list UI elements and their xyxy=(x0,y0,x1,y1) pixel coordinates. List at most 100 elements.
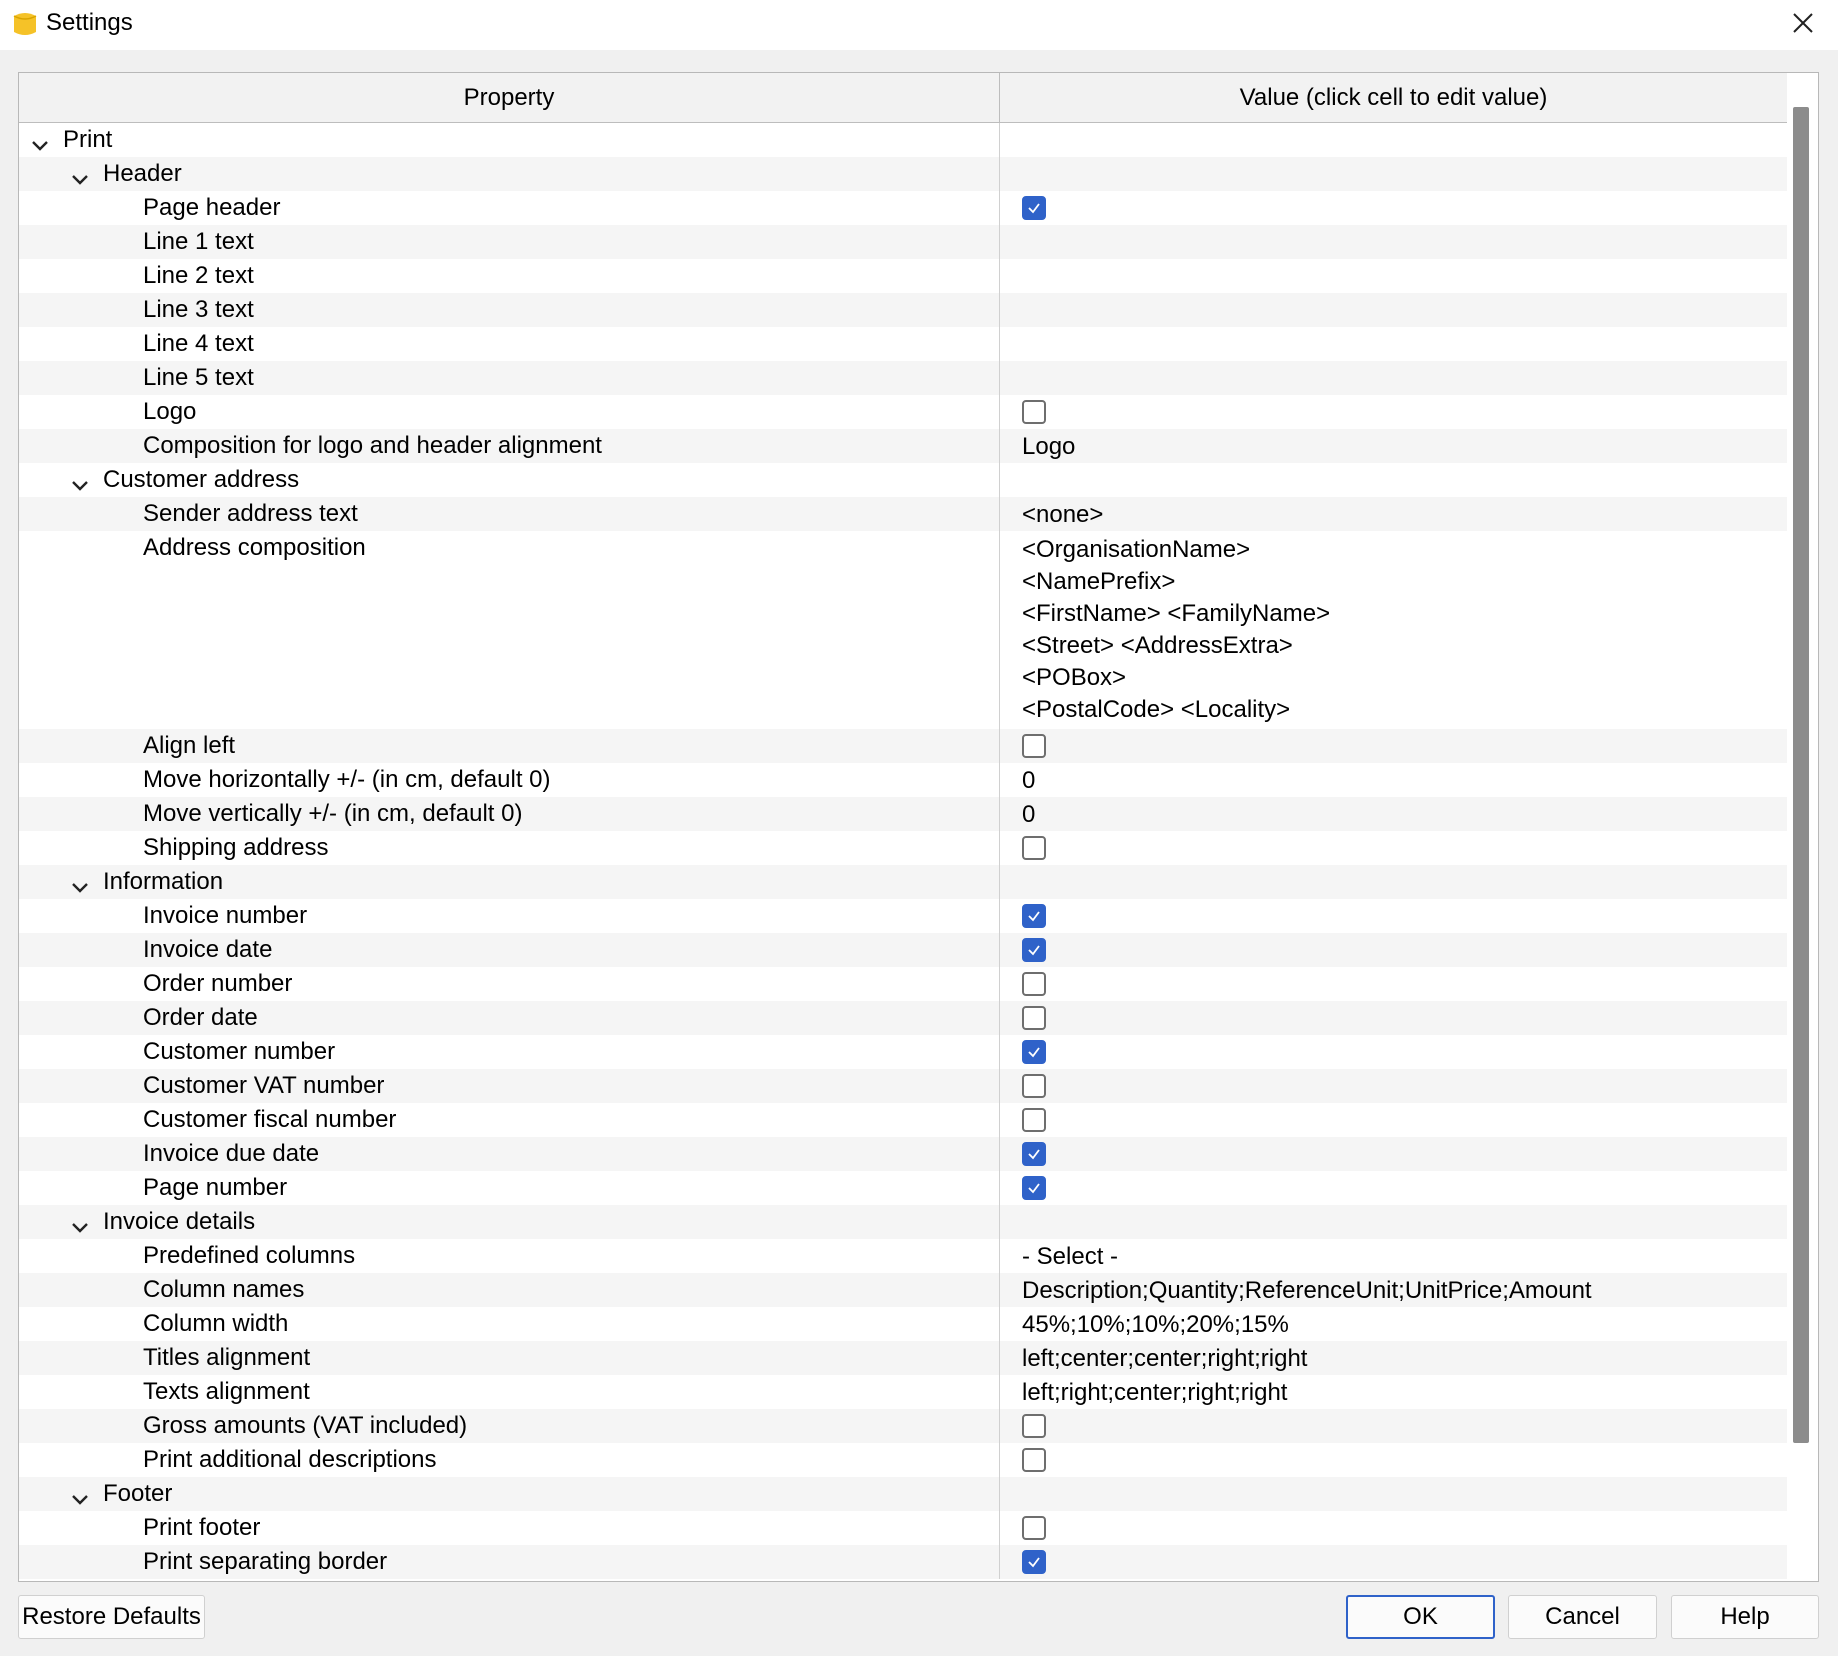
value-cell[interactable] xyxy=(1000,361,1787,395)
checkbox[interactable] xyxy=(1022,1006,1046,1030)
property-row[interactable]: Customer number xyxy=(19,1035,1787,1069)
chevron-down-icon[interactable] xyxy=(71,1214,89,1233)
property-row[interactable]: Titles alignment left;center;center;right… xyxy=(19,1341,1787,1375)
property-row[interactable]: Logo xyxy=(19,395,1787,429)
value-cell[interactable] xyxy=(1000,259,1787,293)
property-row[interactable]: Invoice number xyxy=(19,899,1787,933)
property-row[interactable]: Line 2 text xyxy=(19,259,1787,293)
property-cell[interactable]: Invoice date xyxy=(19,933,1000,967)
property-row[interactable]: Predefined columns - Select - xyxy=(19,1239,1787,1273)
value-cell[interactable] xyxy=(1000,933,1787,967)
property-row[interactable]: Line 3 text xyxy=(19,293,1787,327)
property-row[interactable]: Composition for logo and header alignmen… xyxy=(19,429,1787,463)
checkbox[interactable] xyxy=(1022,1074,1046,1098)
property-row[interactable]: Print separating border xyxy=(19,1545,1787,1579)
property-cell[interactable]: Line 4 text xyxy=(19,327,1000,361)
property-cell[interactable]: Column width xyxy=(19,1307,1000,1341)
property-row[interactable]: Invoice due date xyxy=(19,1137,1787,1171)
checkbox[interactable] xyxy=(1022,1414,1046,1438)
property-row[interactable]: Order number xyxy=(19,967,1787,1001)
property-cell[interactable]: Composition for logo and header alignmen… xyxy=(19,429,1000,463)
value-cell[interactable] xyxy=(1000,1137,1787,1171)
property-cell[interactable]: Customer address xyxy=(19,463,1000,497)
column-header-property[interactable]: Property xyxy=(19,73,1000,122)
property-row[interactable]: Line 1 text xyxy=(19,225,1787,259)
multiline-value[interactable]: <OrganisationName> <NamePrefix> <FirstName… xyxy=(1022,534,1330,726)
property-row[interactable]: Address composition <OrganisationName> <Na… xyxy=(19,531,1787,729)
property-cell[interactable]: Align left xyxy=(19,729,1000,763)
scrollbar-thumb[interactable] xyxy=(1793,107,1809,1443)
ok-button[interactable]: OK xyxy=(1346,1595,1495,1639)
property-cell[interactable]: Page number xyxy=(19,1171,1000,1205)
value-cell[interactable] xyxy=(1000,1443,1787,1477)
checkbox[interactable] xyxy=(1022,1448,1046,1472)
property-cell[interactable]: Line 2 text xyxy=(19,259,1000,293)
value-cell[interactable]: left;center;center;right;right xyxy=(1000,1341,1787,1375)
property-row[interactable]: Page header xyxy=(19,191,1787,225)
tree-group-row[interactable]: Footer xyxy=(19,1477,1787,1511)
property-row[interactable]: Align left xyxy=(19,729,1787,763)
column-header-value[interactable]: Value (click cell to edit value) xyxy=(1000,73,1787,122)
tree-group-row[interactable]: Invoice details xyxy=(19,1205,1787,1239)
property-cell[interactable]: Customer VAT number xyxy=(19,1069,1000,1103)
property-cell[interactable]: Move horizontally +/- (in cm, default 0) xyxy=(19,763,1000,797)
help-button[interactable]: Help xyxy=(1671,1595,1819,1639)
value-cell[interactable] xyxy=(1000,225,1787,259)
value-cell[interactable] xyxy=(1000,1511,1787,1545)
value-cell[interactable]: 0 xyxy=(1000,763,1787,797)
property-cell[interactable]: Order number xyxy=(19,967,1000,1001)
property-cell[interactable]: Information xyxy=(19,865,1000,899)
chevron-down-icon[interactable] xyxy=(71,166,89,185)
value-cell[interactable] xyxy=(1000,1001,1787,1035)
property-cell[interactable]: Line 5 text xyxy=(19,361,1000,395)
property-cell[interactable]: Sender address text xyxy=(19,497,1000,531)
checkbox[interactable] xyxy=(1022,1142,1046,1166)
checkbox[interactable] xyxy=(1022,972,1046,996)
property-cell[interactable]: Column names xyxy=(19,1273,1000,1307)
property-row[interactable]: Line 5 text xyxy=(19,361,1787,395)
property-row[interactable]: Move horizontally +/- (in cm, default 0)… xyxy=(19,763,1787,797)
checkbox[interactable] xyxy=(1022,938,1046,962)
chevron-down-icon[interactable] xyxy=(71,472,89,491)
property-row[interactable]: Invoice date xyxy=(19,933,1787,967)
tree-group-row[interactable]: Header xyxy=(19,157,1787,191)
property-row[interactable]: Column names Description;Quantity;Referen… xyxy=(19,1273,1787,1307)
property-cell[interactable]: Print xyxy=(19,123,1000,157)
tree-group-row[interactable]: Information xyxy=(19,865,1787,899)
property-cell[interactable]: Gross amounts (VAT included) xyxy=(19,1409,1000,1443)
property-row[interactable]: Print additional descriptions xyxy=(19,1443,1787,1477)
property-cell[interactable]: Line 3 text xyxy=(19,293,1000,327)
value-cell[interactable] xyxy=(1000,831,1787,865)
property-cell[interactable]: Page header xyxy=(19,191,1000,225)
property-cell[interactable]: Header xyxy=(19,157,1000,191)
checkbox[interactable] xyxy=(1022,196,1046,220)
property-row[interactable]: Shipping address xyxy=(19,831,1787,865)
property-cell[interactable]: Invoice due date xyxy=(19,1137,1000,1171)
value-cell[interactable]: Logo xyxy=(1000,429,1787,463)
property-cell[interactable]: Shipping address xyxy=(19,831,1000,865)
value-cell[interactable] xyxy=(1000,1069,1787,1103)
cancel-button[interactable]: Cancel xyxy=(1508,1595,1657,1639)
checkbox[interactable] xyxy=(1022,904,1046,928)
property-row[interactable]: Texts alignment left;right;center;right;r… xyxy=(19,1375,1787,1409)
value-cell[interactable] xyxy=(1000,1103,1787,1137)
tree-group-row[interactable]: Print xyxy=(19,123,1787,157)
value-cell[interactable] xyxy=(1000,1409,1787,1443)
property-cell[interactable]: Print additional descriptions xyxy=(19,1443,1000,1477)
property-cell[interactable]: Customer number xyxy=(19,1035,1000,1069)
value-cell[interactable] xyxy=(1000,293,1787,327)
property-cell[interactable]: Predefined columns xyxy=(19,1239,1000,1273)
property-cell[interactable]: Invoice details xyxy=(19,1205,1000,1239)
property-row[interactable]: Customer VAT number xyxy=(19,1069,1787,1103)
checkbox[interactable] xyxy=(1022,400,1046,424)
close-button[interactable] xyxy=(1768,0,1838,46)
property-cell[interactable]: Invoice number xyxy=(19,899,1000,933)
property-cell[interactable]: Address composition xyxy=(19,531,1000,729)
property-cell[interactable]: Logo xyxy=(19,395,1000,429)
checkbox[interactable] xyxy=(1022,1040,1046,1064)
property-row[interactable]: Move vertically +/- (in cm, default 0) 0 xyxy=(19,797,1787,831)
chevron-down-icon[interactable] xyxy=(71,1486,89,1505)
property-row[interactable]: Line 4 text xyxy=(19,327,1787,361)
property-cell[interactable]: Titles alignment xyxy=(19,1341,1000,1375)
value-cell[interactable] xyxy=(1000,1545,1787,1579)
